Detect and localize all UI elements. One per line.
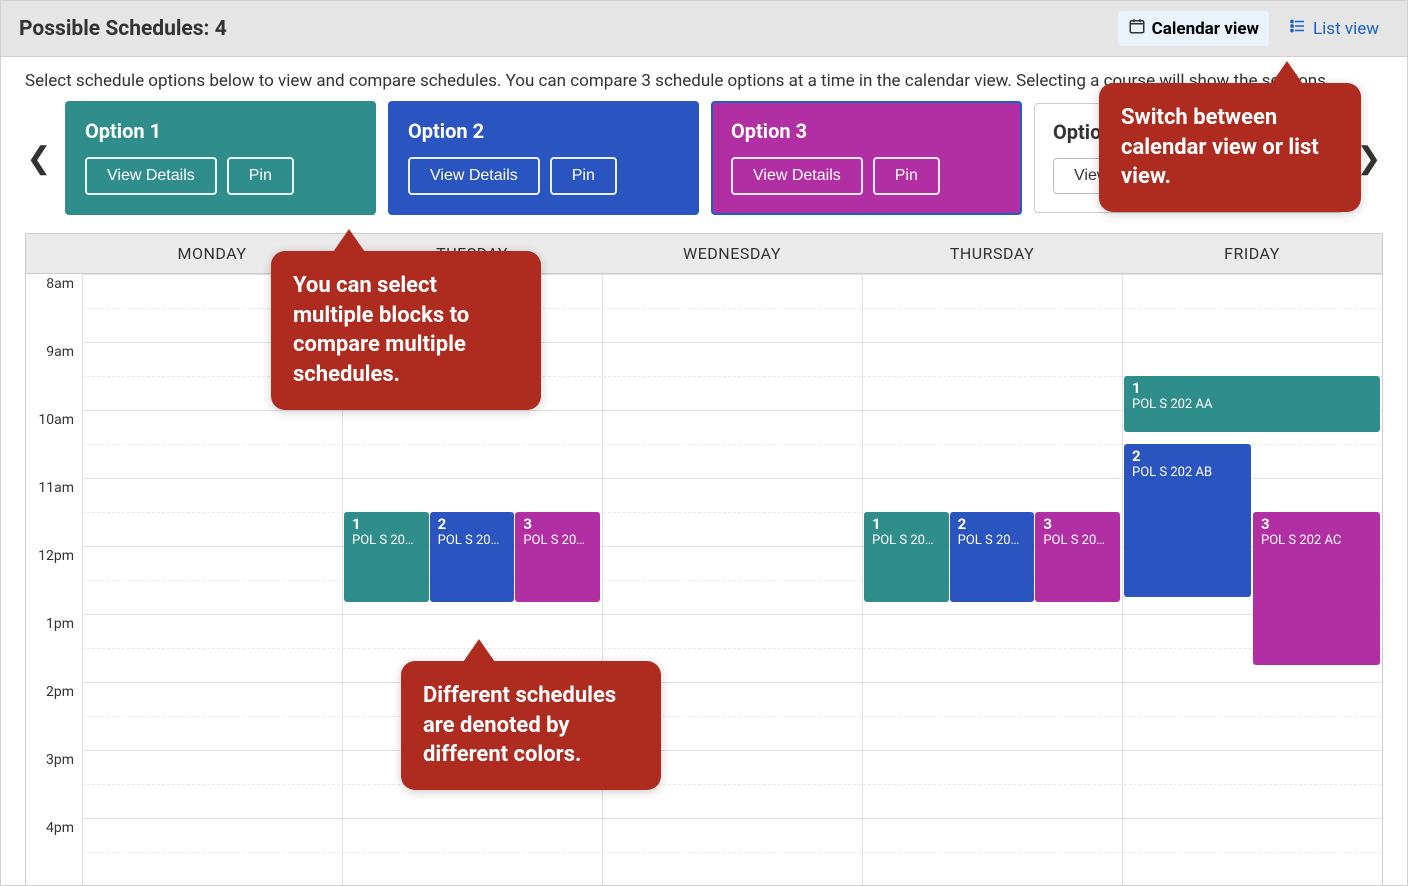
event-course: POL S 202 AC <box>1261 533 1374 548</box>
list-view-button[interactable]: List view <box>1279 11 1389 46</box>
event-thu-1[interactable]: 1 POL S 20… <box>864 512 949 602</box>
event-num: 3 <box>1043 516 1114 533</box>
day-wednesday: WEDNESDAY <box>602 234 862 273</box>
option-1-label: Option 1 <box>85 119 356 143</box>
list-icon <box>1289 17 1307 40</box>
callout-color-coding: Different schedules are denoted by diffe… <box>401 661 661 790</box>
topbar: Possible Schedules: 4 Calendar view List… <box>1 1 1407 57</box>
view-toggle: Calendar view List view <box>1118 11 1389 46</box>
option-card-1[interactable]: Option 1 View Details Pin <box>65 101 376 215</box>
calendar-view-button[interactable]: Calendar view <box>1118 11 1269 46</box>
option-3-label: Option 3 <box>731 119 1002 143</box>
option-2-label: Option 2 <box>408 119 679 143</box>
event-course: POL S 202 AB <box>1132 465 1245 480</box>
callout-text: Different schedules are denoted by diffe… <box>423 683 616 767</box>
chevron-left-icon[interactable]: ❮ <box>25 141 53 176</box>
calendar-icon <box>1128 17 1146 40</box>
event-tue-1[interactable]: 1 POL S 20… <box>344 512 429 602</box>
time-label-t11: 11am <box>26 480 78 496</box>
option-card-2[interactable]: Option 2 View Details Pin <box>388 101 699 215</box>
event-course: POL S 20… <box>872 533 943 548</box>
event-fri-aa[interactable]: 1 POL S 202 AA <box>1124 376 1380 432</box>
event-course: POL S 20… <box>352 533 423 548</box>
list-view-label: List view <box>1313 19 1379 39</box>
app-root: Possible Schedules: 4 Calendar view List… <box>0 0 1408 886</box>
title-count: 4 <box>215 17 227 41</box>
event-course: POL S 20… <box>958 533 1029 548</box>
calendar: MONDAY TUESDAY WEDNESDAY THURSDAY FRIDAY… <box>25 233 1383 886</box>
option-3-view-details-button[interactable]: View Details <box>731 157 863 195</box>
event-num: 3 <box>523 516 594 533</box>
event-num: 1 <box>872 516 943 533</box>
option-1-pin-button[interactable]: Pin <box>227 157 294 195</box>
event-tue-2[interactable]: 2 POL S 20… <box>430 512 515 602</box>
event-course: POL S 20… <box>438 533 509 548</box>
event-num: 2 <box>958 516 1029 533</box>
option-1-view-details-button[interactable]: View Details <box>85 157 217 195</box>
event-course: POL S 202 AA <box>1132 397 1374 412</box>
option-card-3[interactable]: Option 3 View Details Pin <box>711 101 1022 215</box>
event-fri-ab[interactable]: 2 POL S 202 AB <box>1124 444 1251 597</box>
event-tue-3[interactable]: 3 POL S 20… <box>515 512 600 602</box>
time-label-t16: 4pm <box>26 820 78 836</box>
event-num: 2 <box>1132 448 1245 465</box>
page-title: Possible Schedules: 4 <box>19 17 227 41</box>
calendar-header: MONDAY TUESDAY WEDNESDAY THURSDAY FRIDAY <box>26 234 1382 274</box>
callout-compare-schedules: You can select multiple blocks to compar… <box>271 251 541 410</box>
calendar-body[interactable]: 8am 9am 10am 11am 12pm 1pm 2pm 3pm 4pm 1 POL S 2… <box>26 274 1382 886</box>
callout-text: You can select multiple blocks to compar… <box>293 273 469 387</box>
time-label-t13: 1pm <box>26 616 78 632</box>
event-num: 3 <box>1261 516 1374 533</box>
time-label-t12: 12pm <box>26 548 78 564</box>
time-label-t10: 10am <box>26 412 78 428</box>
title-prefix: Possible Schedules: <box>19 17 215 41</box>
event-course: POL S 20… <box>1043 533 1114 548</box>
day-friday: FRIDAY <box>1122 234 1382 273</box>
option-2-pin-button[interactable]: Pin <box>550 157 617 195</box>
option-3-pin-button[interactable]: Pin <box>873 157 940 195</box>
event-num: 1 <box>352 516 423 533</box>
event-course: POL S 20… <box>523 533 594 548</box>
callout-switch-view: Switch between calendar view or list vie… <box>1099 83 1361 212</box>
option-2-view-details-button[interactable]: View Details <box>408 157 540 195</box>
calendar-view-label: Calendar view <box>1152 19 1259 39</box>
time-label-t9: 9am <box>26 344 78 360</box>
event-fri-ac[interactable]: 3 POL S 202 AC <box>1253 512 1380 665</box>
time-label-t15: 3pm <box>26 752 78 768</box>
event-num: 1 <box>1132 380 1374 397</box>
event-thu-2[interactable]: 2 POL S 20… <box>950 512 1035 602</box>
day-thursday: THURSDAY <box>862 234 1122 273</box>
event-num: 2 <box>438 516 509 533</box>
time-label-t8: 8am <box>26 276 78 292</box>
callout-text: Switch between calendar view or list vie… <box>1121 105 1319 189</box>
time-label-t14: 2pm <box>26 684 78 700</box>
event-thu-3[interactable]: 3 POL S 20… <box>1035 512 1120 602</box>
